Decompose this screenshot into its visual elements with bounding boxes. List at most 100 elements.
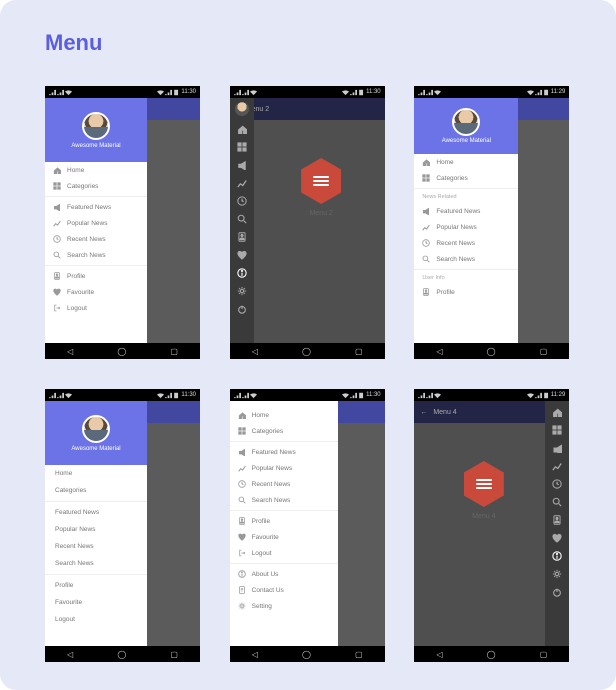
rail-about[interactable]: [235, 266, 249, 280]
back-icon[interactable]: ◁: [436, 650, 442, 659]
nav-favourite[interactable]: Favourite: [45, 594, 147, 611]
nav-categories[interactable]: Categories: [45, 178, 147, 194]
nav-search[interactable]: Search News: [230, 492, 338, 508]
nav-search[interactable]: Search News: [45, 247, 147, 263]
nav-home[interactable]: Home: [45, 162, 147, 178]
nav-logout[interactable]: Logout: [230, 545, 338, 561]
rail-profile[interactable]: [550, 513, 564, 527]
back-icon[interactable]: ◁: [67, 650, 73, 659]
nav-popular[interactable]: Popular News: [230, 460, 338, 476]
nav-categories[interactable]: Categories: [45, 482, 147, 499]
back-icon[interactable]: ◁: [252, 650, 258, 659]
nav-logout[interactable]: Logout: [45, 300, 147, 316]
nav-profile[interactable]: Profile: [45, 268, 147, 284]
nav-profile[interactable]: Profile: [230, 513, 338, 529]
nav-home[interactable]: Home: [45, 465, 147, 482]
nav-setting[interactable]: Setting: [230, 598, 338, 614]
horn-icon: [422, 207, 430, 215]
nfc-icon: [434, 89, 441, 96]
nav-contact[interactable]: Contact Us: [230, 582, 338, 598]
rail-recent[interactable]: [235, 194, 249, 208]
home-soft-icon[interactable]: ◯: [117, 347, 126, 356]
back-icon[interactable]: ◁: [436, 347, 442, 356]
rail-popular[interactable]: [235, 176, 249, 190]
rail-featured[interactable]: [550, 441, 564, 455]
divider: [230, 441, 338, 442]
rail-categories[interactable]: [550, 423, 564, 437]
avatar[interactable]: [235, 102, 249, 116]
avatar[interactable]: [82, 415, 110, 443]
nav-popular[interactable]: Popular News: [45, 215, 147, 231]
home-soft-icon[interactable]: ◯: [302, 347, 311, 356]
nav-search[interactable]: Search News: [45, 555, 147, 572]
nav-home[interactable]: Home: [414, 154, 518, 170]
nav-popular[interactable]: Popular News: [414, 219, 518, 235]
nav-profile[interactable]: Profile: [414, 284, 518, 300]
search-icon: [238, 496, 246, 504]
nav-popular[interactable]: Popular News: [45, 521, 147, 538]
recents-icon[interactable]: ▢: [540, 650, 548, 659]
nav-logout[interactable]: Logout: [45, 611, 147, 628]
nav-featured[interactable]: Featured News: [45, 504, 147, 521]
nav-label: Logout: [55, 616, 75, 623]
recents-icon[interactable]: ▢: [355, 347, 363, 356]
chart-icon: [422, 223, 430, 231]
clock-text: 11:29: [551, 392, 566, 398]
grid-icon: [552, 425, 562, 435]
rail-about[interactable]: [550, 549, 564, 563]
rail-logout[interactable]: [235, 302, 249, 316]
rail-search[interactable]: [235, 212, 249, 226]
nav-recent[interactable]: Recent News: [230, 476, 338, 492]
cell-icon: [535, 392, 542, 399]
rail-search[interactable]: [550, 495, 564, 509]
recents-icon[interactable]: ▢: [170, 650, 178, 659]
avatar[interactable]: [452, 108, 480, 136]
recents-icon[interactable]: ▢: [170, 347, 178, 356]
nav-favourite[interactable]: Favourite: [45, 284, 147, 300]
screenshot-grid: 11:30 Awesome Material Home Categories F…: [45, 86, 571, 662]
horn-icon: [238, 448, 246, 456]
back-icon[interactable]: ◁: [67, 347, 73, 356]
nav-categories[interactable]: Categories: [414, 170, 518, 186]
rail-favourite[interactable]: [235, 248, 249, 262]
home-soft-icon[interactable]: ◯: [487, 347, 496, 356]
rail-featured[interactable]: [235, 158, 249, 172]
home-soft-icon[interactable]: ◯: [302, 650, 311, 659]
nfc-icon: [434, 392, 441, 399]
recents-icon[interactable]: ▢: [355, 650, 363, 659]
rail-logout[interactable]: [550, 585, 564, 599]
nav-favourite[interactable]: Favourite: [230, 529, 338, 545]
nav-featured[interactable]: Featured News: [230, 444, 338, 460]
status-bar: 11:30: [230, 86, 385, 98]
nav-recent[interactable]: Recent News: [45, 231, 147, 247]
nav-featured[interactable]: Featured News: [45, 199, 147, 215]
home-soft-icon[interactable]: ◯: [117, 650, 126, 659]
recents-icon[interactable]: ▢: [540, 347, 548, 356]
rail-categories[interactable]: [235, 140, 249, 154]
nav-featured[interactable]: Featured News: [414, 203, 518, 219]
hexagon-icon: [301, 158, 341, 204]
rail-popular[interactable]: [550, 459, 564, 473]
nav-search[interactable]: Search News: [414, 251, 518, 267]
cell-icon: [535, 89, 542, 96]
rail-home[interactable]: [550, 405, 564, 419]
clock-text: 11:30: [181, 89, 196, 95]
nav-profile[interactable]: Profile: [45, 577, 147, 594]
rail-home[interactable]: [235, 122, 249, 136]
rail-setting[interactable]: [235, 284, 249, 298]
home-soft-icon[interactable]: ◯: [487, 650, 496, 659]
nav-recent[interactable]: Recent News: [414, 235, 518, 251]
nav-home[interactable]: Home: [230, 407, 338, 423]
back-icon[interactable]: ◁: [252, 347, 258, 356]
rail-profile[interactable]: [235, 230, 249, 244]
nav-about[interactable]: About Us: [230, 566, 338, 582]
nav-label: Home: [252, 412, 269, 419]
nav-categories[interactable]: Categories: [230, 423, 338, 439]
rail-recent[interactable]: [550, 477, 564, 491]
nav-label: Recent News: [436, 240, 475, 247]
rail-setting[interactable]: [550, 567, 564, 581]
nav-recent[interactable]: Recent News: [45, 538, 147, 555]
rail-favourite[interactable]: [550, 531, 564, 545]
avatar[interactable]: [82, 112, 110, 140]
battery-icon: [173, 392, 180, 399]
